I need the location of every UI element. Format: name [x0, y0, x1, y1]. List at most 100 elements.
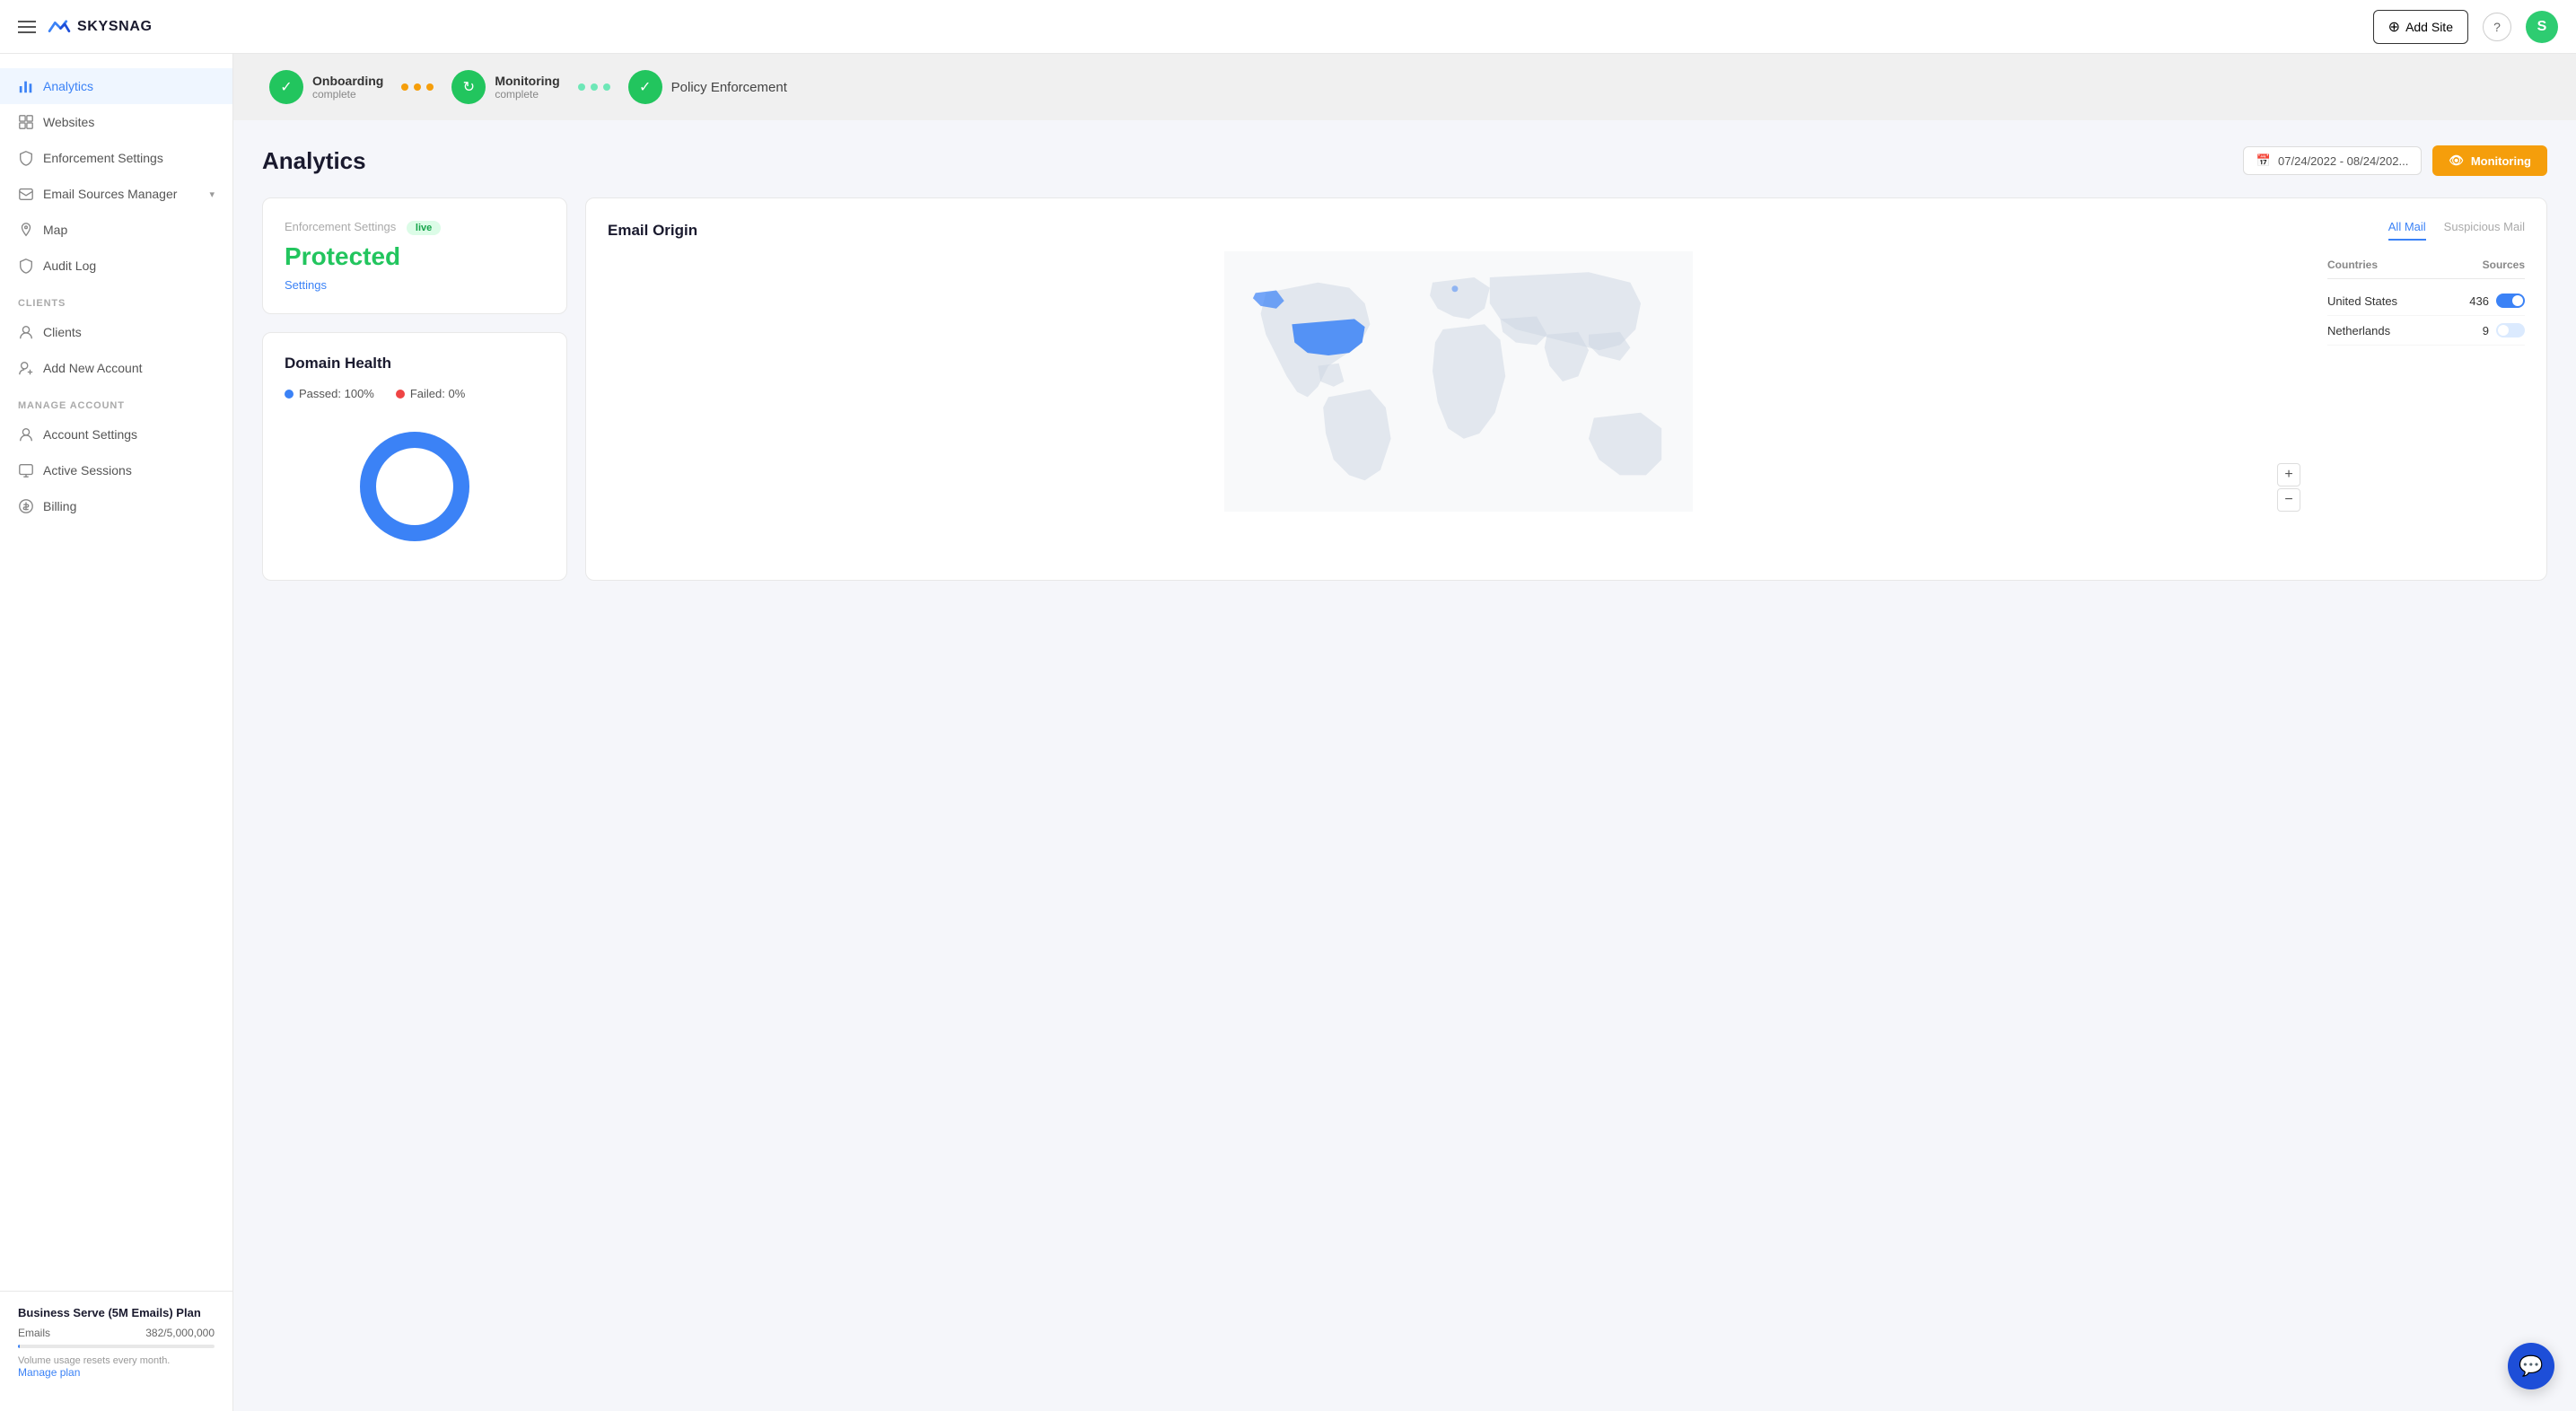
shield-icon — [18, 150, 34, 166]
country-nl: Netherlands — [2327, 324, 2390, 337]
country-row-nl: Netherlands 9 — [2327, 316, 2525, 346]
step-policy: ✓ Policy Enforcement — [628, 70, 787, 104]
dot-5 — [591, 83, 598, 91]
content-header: Analytics 📅 07/24/2022 - 08/24/202... 👁 … — [262, 145, 2547, 176]
mail-icon — [18, 186, 34, 202]
failed-dot — [396, 390, 405, 399]
content-area: Analytics 📅 07/24/2022 - 08/24/202... 👁 … — [233, 120, 2576, 1411]
count-nl: 9 — [2483, 324, 2489, 337]
sidebar-item-email-sources[interactable]: Email Sources Manager ▾ — [0, 176, 232, 212]
map-zoom-controls: + − — [2277, 463, 2300, 512]
sidebar-item-active-sessions[interactable]: Active Sessions — [0, 452, 232, 488]
dot-1 — [401, 83, 408, 91]
logo-icon — [47, 18, 72, 36]
sidebar-item-analytics[interactable]: Analytics — [0, 68, 232, 104]
countries-table: Countries Sources United States 436 — [2327, 251, 2525, 521]
logo[interactable]: SKYSNAG — [47, 18, 153, 36]
chat-widget-button[interactable]: 💬 — [2508, 1343, 2554, 1389]
topnav-left: SKYSNAG — [18, 18, 153, 36]
legend-passed: Passed: 100% — [285, 387, 374, 400]
tab-suspicious-mail[interactable]: Suspicious Mail — [2444, 220, 2525, 241]
email-origin-title: Email Origin — [608, 222, 697, 240]
countries-table-header: Countries Sources — [2327, 251, 2525, 279]
sidebar: Analytics Websites Enforcement Settings — [0, 54, 233, 1411]
domain-health-card: Domain Health Passed: 100% — [262, 332, 567, 581]
dot-6 — [603, 83, 610, 91]
date-range-value: 07/24/2022 - 08/24/202... — [2278, 154, 2408, 168]
monitoring-refresh-icon: ↻ — [451, 70, 486, 104]
policy-title: Policy Enforcement — [671, 80, 787, 95]
origin-tabs: All Mail Suspicious Mail — [2388, 220, 2525, 241]
sidebar-item-clients[interactable]: Clients — [0, 314, 232, 350]
zoom-in-button[interactable]: + — [2277, 463, 2300, 486]
failed-label: Failed: 0% — [410, 387, 465, 400]
eye-icon: 👁 — [2449, 153, 2464, 168]
monitoring-sub: complete — [495, 88, 559, 101]
sidebar-nav: Analytics Websites Enforcement Settings — [0, 68, 232, 1291]
toggle-us[interactable] — [2496, 294, 2525, 308]
person-icon2 — [18, 426, 34, 443]
enforcement-status: Protected — [285, 242, 545, 271]
steps-bar: ✓ Onboarding complete ↻ Monitoring compl… — [233, 54, 2576, 120]
layout: Analytics Websites Enforcement Settings — [0, 54, 2576, 1411]
enforcement-card-label: Enforcement Settings — [285, 220, 396, 233]
add-site-button[interactable]: ⊕ Add Site — [2373, 10, 2468, 44]
dots-1 — [401, 83, 434, 91]
live-badge: live — [407, 221, 441, 235]
donut-chart — [352, 424, 478, 549]
calendar-icon: 📅 — [2256, 153, 2271, 168]
sidebar-item-billing[interactable]: Billing — [0, 488, 232, 524]
monitoring-button[interactable]: 👁 Monitoring — [2432, 145, 2547, 176]
onboarding-title: Onboarding — [312, 74, 383, 88]
email-origin-header: Email Origin All Mail Suspicious Mail — [608, 220, 2525, 241]
step-monitoring: ↻ Monitoring complete — [451, 70, 559, 104]
sidebar-footer: Business Serve (5M Emails) Plan Emails 3… — [0, 1291, 232, 1393]
zoom-out-button[interactable]: − — [2277, 488, 2300, 512]
emails-progress-fill — [18, 1345, 20, 1348]
plan-name: Business Serve (5M Emails) Plan — [18, 1306, 215, 1319]
left-column: Enforcement Settings live Protected Sett… — [262, 197, 567, 581]
onboarding-sub: complete — [312, 88, 383, 101]
shield-icon2 — [18, 258, 34, 274]
world-map-container: + − — [608, 251, 2309, 521]
policy-check-icon: ✓ — [628, 70, 662, 104]
dot-3 — [426, 83, 434, 91]
chat-icon: 💬 — [2519, 1354, 2543, 1378]
origin-content: + − Countries Sources United States — [608, 251, 2525, 521]
countries-col-header: Countries — [2327, 259, 2378, 271]
onboarding-check-icon: ✓ — [269, 70, 303, 104]
sidebar-item-account-settings[interactable]: Account Settings — [0, 416, 232, 452]
volume-note: Volume usage resets every month. — [18, 1355, 215, 1366]
hamburger-menu[interactable] — [18, 21, 36, 33]
grid-icon — [18, 114, 34, 130]
main-content: ✓ Onboarding complete ↻ Monitoring compl… — [233, 54, 2576, 1411]
sidebar-item-websites[interactable]: Websites — [0, 104, 232, 140]
avatar[interactable]: S — [2526, 11, 2558, 43]
sidebar-item-add-account[interactable]: Add New Account — [0, 350, 232, 386]
monitor-icon — [18, 462, 34, 478]
emails-progress-bar — [18, 1345, 215, 1348]
topnav-right: ⊕ Add Site ? S — [2373, 10, 2558, 44]
email-origin-card: Email Origin All Mail Suspicious Mail — [585, 197, 2547, 581]
domain-legend: Passed: 100% Failed: 0% — [285, 387, 545, 400]
settings-link[interactable]: Settings — [285, 278, 545, 292]
clients-section-label: CLIENTS — [0, 284, 232, 314]
topnav: SKYSNAG ⊕ Add Site ? S — [0, 0, 2576, 54]
passed-dot — [285, 390, 294, 399]
dot-2 — [414, 83, 421, 91]
manage-plan-link[interactable]: Manage plan — [18, 1366, 215, 1379]
sidebar-item-audit-log[interactable]: Audit Log — [0, 248, 232, 284]
donut-container — [285, 415, 545, 558]
date-range-picker[interactable]: 📅 07/24/2022 - 08/24/202... — [2243, 146, 2422, 175]
enforcement-settings-card: Enforcement Settings live Protected Sett… — [262, 197, 567, 314]
sidebar-item-enforcement-settings[interactable]: Enforcement Settings — [0, 140, 232, 176]
sidebar-item-map[interactable]: Map — [0, 212, 232, 248]
passed-label: Passed: 100% — [299, 387, 374, 400]
help-button[interactable]: ? — [2483, 13, 2511, 41]
world-map-svg — [608, 251, 2309, 512]
tab-all-mail[interactable]: All Mail — [2388, 220, 2426, 241]
chart-icon — [18, 78, 34, 94]
toggle-nl[interactable] — [2496, 323, 2525, 337]
content-header-right: 📅 07/24/2022 - 08/24/202... 👁 Monitoring — [2243, 145, 2547, 176]
dots-2 — [578, 83, 610, 91]
